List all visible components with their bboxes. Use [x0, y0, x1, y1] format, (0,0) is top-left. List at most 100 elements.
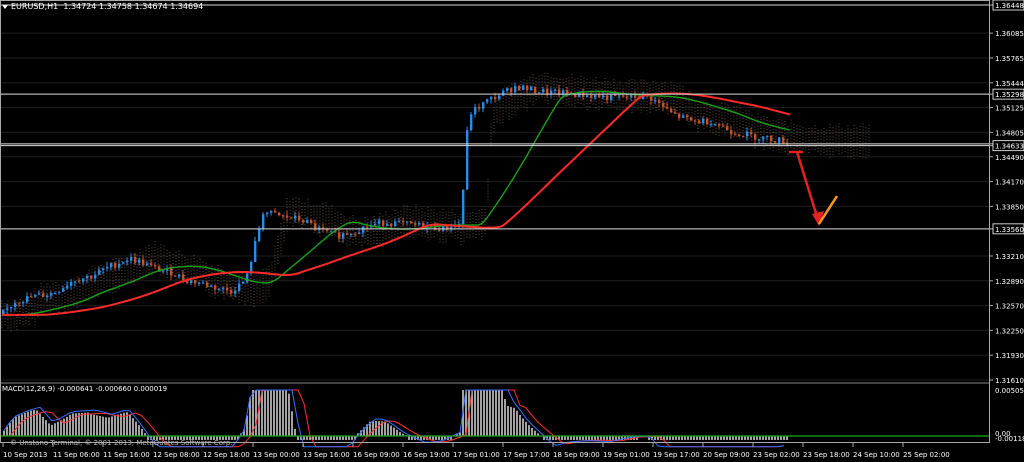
candle-body — [14, 303, 17, 308]
candle-body — [198, 282, 201, 284]
candle-body — [270, 210, 273, 213]
candle-body — [390, 223, 393, 227]
candle-body — [154, 264, 157, 267]
candle-body — [86, 276, 89, 279]
candle-body — [66, 285, 69, 289]
candle-body — [146, 263, 149, 266]
symbol-label: EURUSD,H1 — [11, 2, 59, 11]
candle-body — [742, 136, 745, 138]
time-label: 23 Sep 18:00 — [803, 451, 850, 459]
candle-body — [506, 88, 509, 91]
price-label: 1.32890 — [995, 278, 1024, 286]
candle-body — [54, 292, 57, 294]
candle-body — [266, 212, 269, 215]
time-label: 25 Sep 02:00 — [903, 451, 950, 459]
time-label: 10 Sep 2013 — [3, 451, 47, 459]
price-label: 1.35444 — [995, 80, 1024, 88]
candle-body — [594, 94, 597, 98]
ohlc-values: 1.34724 1.34758 1.34674 1.34694 — [63, 2, 204, 11]
candle-body — [498, 95, 501, 100]
candle-body — [410, 221, 413, 224]
candle-body — [110, 263, 113, 268]
candle-body — [10, 307, 13, 309]
time-label: 16 Sep 19:00 — [403, 451, 450, 459]
time-label: 16 Sep 09:00 — [353, 451, 400, 459]
candle-body — [526, 85, 529, 91]
time-label: 11 Sep 06:00 — [53, 451, 100, 459]
price-label: 1.35125 — [995, 105, 1024, 113]
candle-body — [414, 223, 417, 225]
price-label: 1.31610 — [995, 377, 1024, 385]
candle-body — [358, 232, 361, 234]
candle-body — [402, 221, 405, 223]
candle-body — [242, 282, 245, 284]
candle-body — [378, 220, 381, 224]
candle-body — [206, 282, 209, 287]
price-label: 1.34170 — [995, 179, 1024, 187]
price-label: 1.32250 — [995, 327, 1024, 335]
candle-body — [126, 260, 129, 263]
candle-body — [214, 285, 217, 290]
candle-body — [654, 99, 657, 101]
candle-body — [690, 117, 693, 121]
candle-body — [754, 134, 757, 140]
chart-window[interactable]: 1.36448 1.36085 1.35765 1.35444 1.35298 1.351… — [0, 0, 1024, 462]
candle-body — [306, 220, 309, 223]
chart-header[interactable]: EURUSD,H1 1.34724 1.34758 1.34674 1.3469… — [2, 2, 203, 11]
candle-body — [302, 220, 305, 223]
candle-body — [350, 233, 353, 235]
candle-body — [354, 233, 357, 235]
candle-body — [218, 288, 221, 290]
candle-body — [26, 296, 29, 302]
price-label: 1.35298 — [995, 91, 1024, 99]
candle-body — [142, 259, 145, 266]
candle-body — [238, 283, 241, 292]
candle-body — [598, 94, 601, 98]
time-label: 13 Sep 00:00 — [253, 451, 300, 459]
candle-body — [6, 308, 9, 310]
candle-body — [614, 94, 617, 97]
candle-body — [670, 108, 673, 113]
candle-body — [554, 89, 557, 91]
candle-body — [38, 293, 41, 295]
dropdown-triangle-icon[interactable] — [2, 4, 8, 9]
candle-body — [286, 215, 289, 218]
price-label: 1.36448 — [995, 2, 1024, 10]
candle-body — [694, 120, 697, 122]
candle-body — [298, 215, 301, 221]
time-label: 13 Sep 16:00 — [303, 451, 350, 459]
candle-body — [706, 118, 709, 125]
candle-body — [494, 97, 497, 100]
candle-body — [262, 214, 265, 229]
candle-body — [258, 228, 261, 242]
price-label: 1.34805 — [995, 129, 1024, 137]
candle-body — [470, 114, 473, 131]
candle-body — [758, 139, 761, 141]
macd-label: MACD(12,26,9) -0.000641 -0.000660 0.0000… — [2, 385, 168, 393]
candle-body — [226, 287, 229, 291]
candle-body — [382, 220, 385, 226]
macd-axis-label: -0.001187 — [995, 435, 1024, 443]
candle-body — [522, 85, 525, 91]
candle-body — [710, 124, 713, 126]
macd-axis-label: 0.005057 — [995, 387, 1024, 395]
candle-body — [194, 280, 197, 284]
candle-body — [550, 90, 553, 95]
candle-body — [394, 221, 397, 227]
candle-body — [626, 96, 629, 98]
candle-body — [682, 115, 685, 118]
candle-body — [90, 276, 93, 279]
candle-body — [738, 134, 741, 137]
candle-body — [734, 134, 737, 136]
candle-body — [294, 215, 297, 219]
time-label: 19 Sep 17:00 — [653, 451, 700, 459]
candle-body — [82, 278, 85, 282]
price-label: 1.33210 — [995, 253, 1024, 261]
candle-body — [342, 233, 345, 239]
price-label: 1.33560 — [995, 226, 1024, 234]
candle-body — [778, 137, 781, 143]
candle-body — [566, 90, 569, 94]
candle-body — [510, 88, 513, 93]
candle-body — [138, 259, 141, 263]
candle-body — [70, 281, 73, 286]
